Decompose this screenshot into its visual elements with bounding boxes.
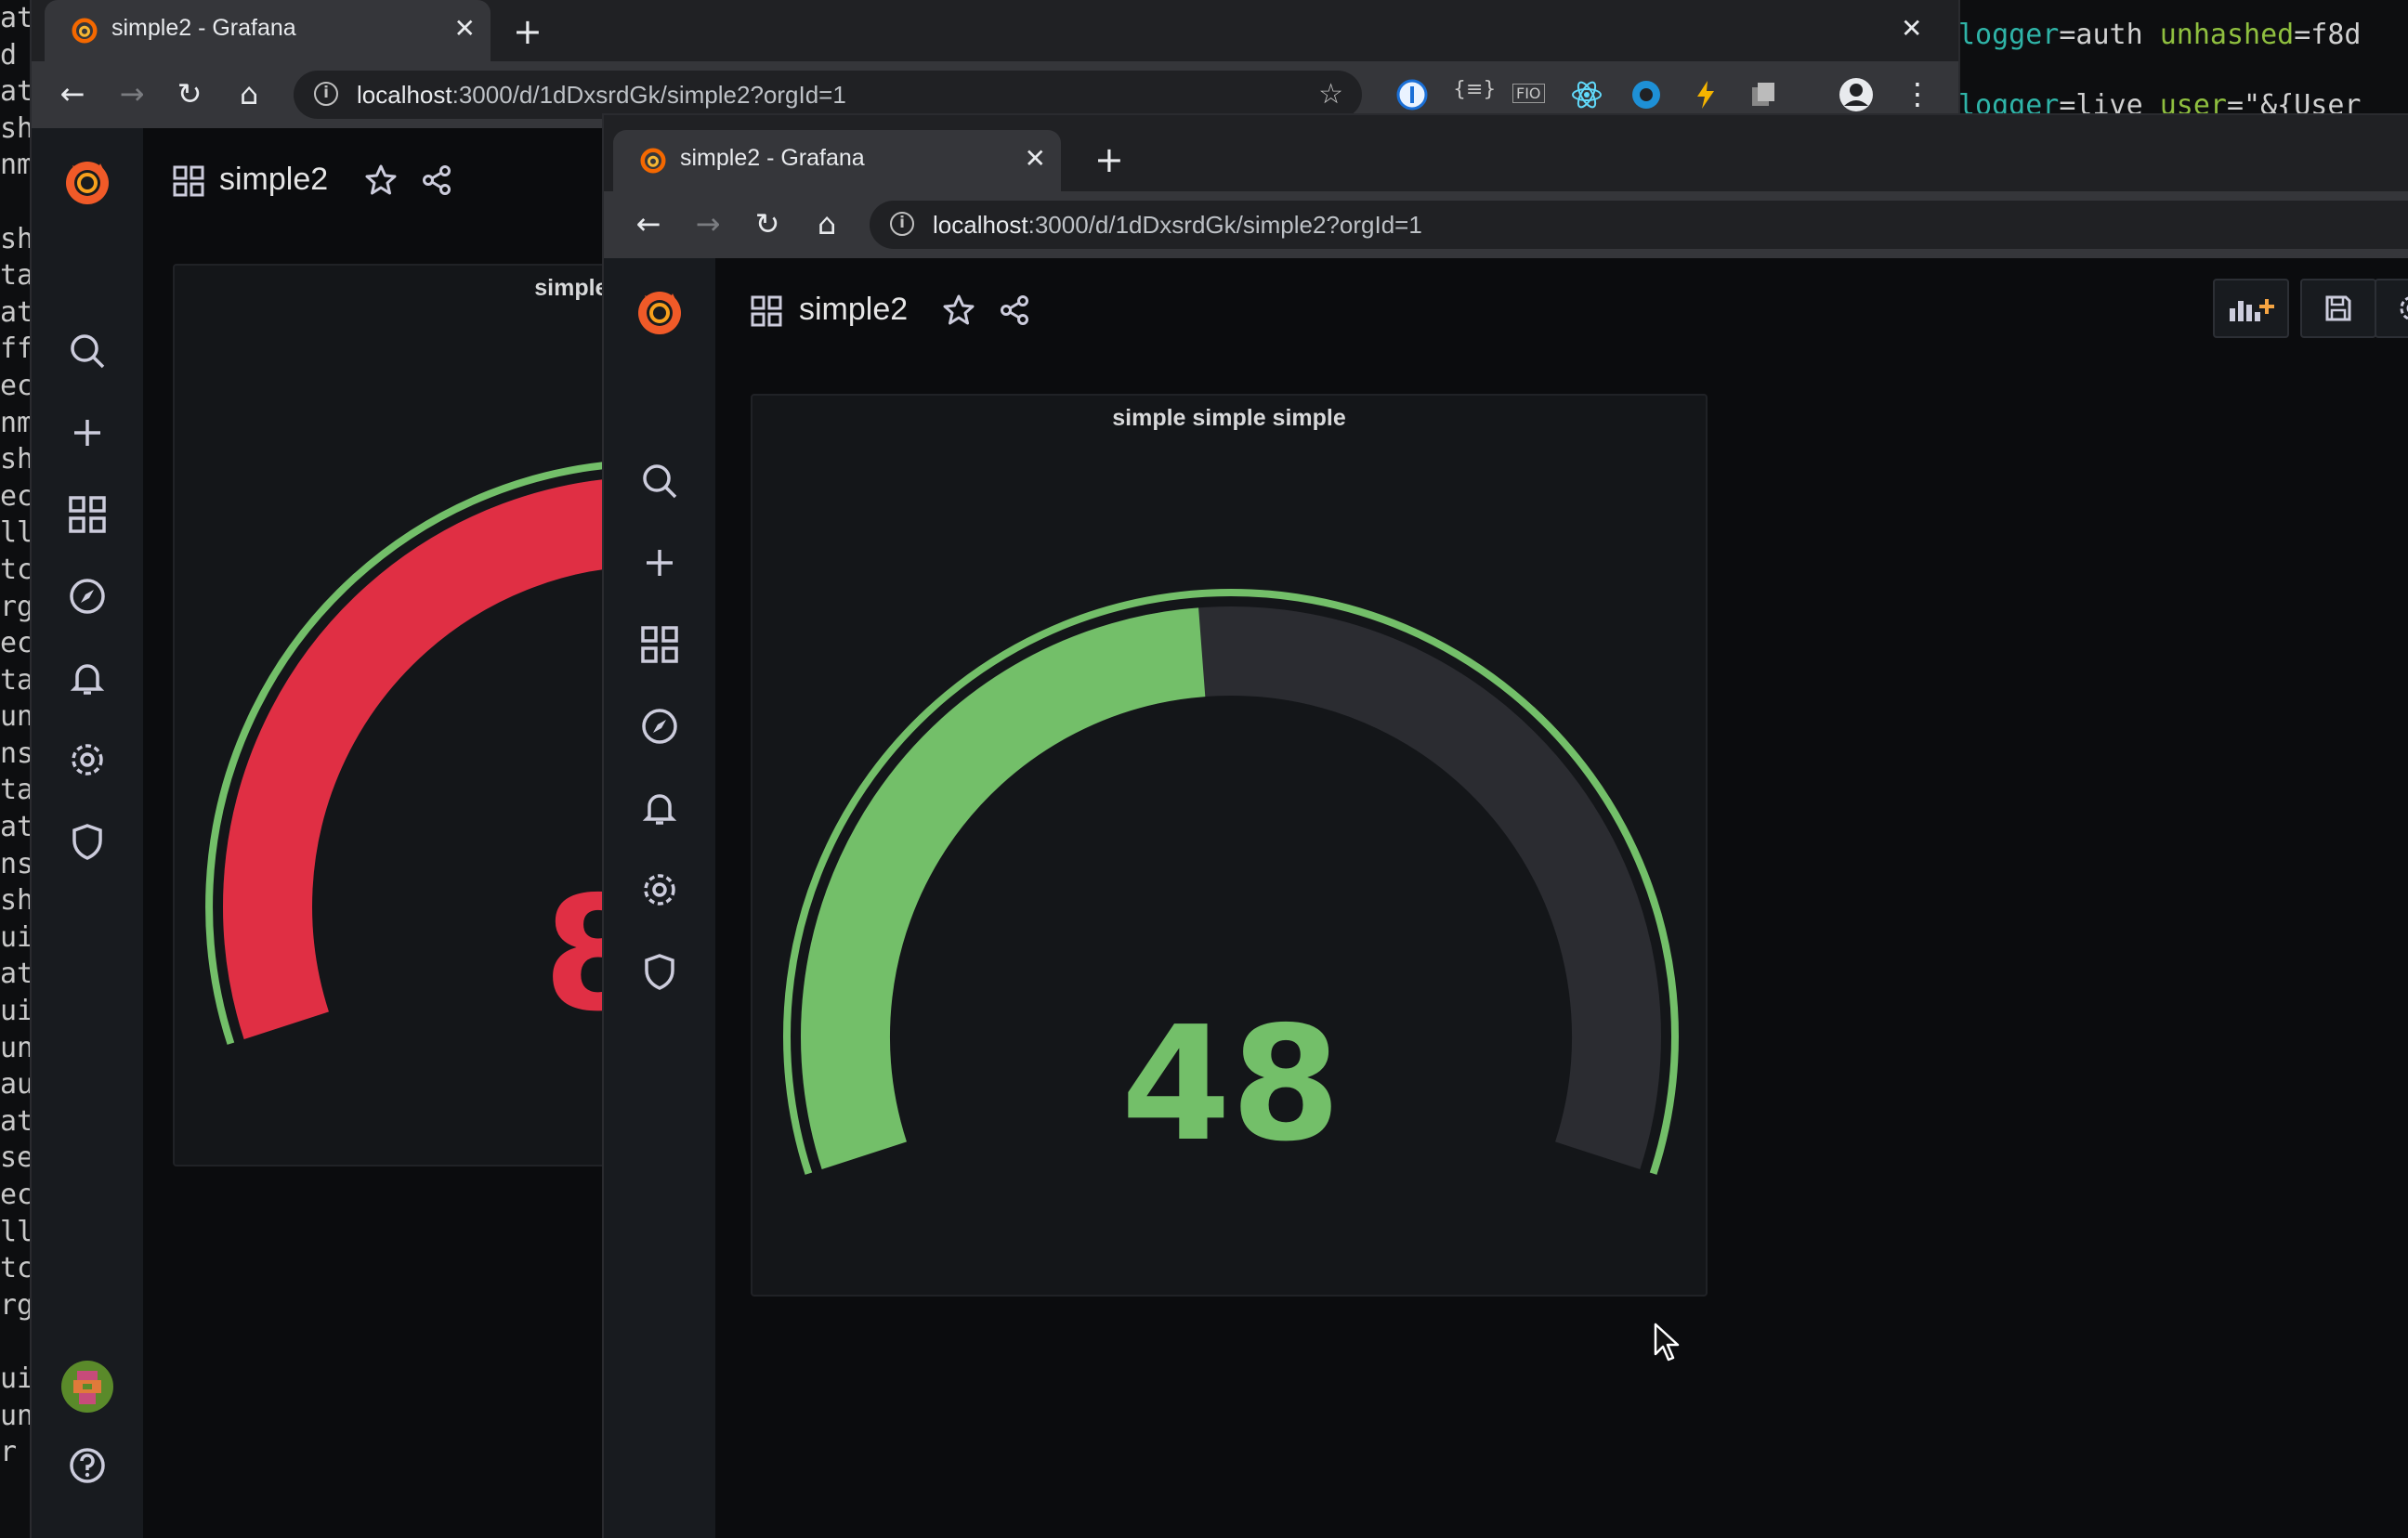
home-icon[interactable]: ⌂ xyxy=(808,206,845,241)
copy-extension-icon[interactable] xyxy=(1747,78,1780,111)
profile-avatar-icon[interactable] xyxy=(1838,76,1875,113)
terminal-left-text: at d at sh nm sh ta at ff ec nm sh ec ll… xyxy=(0,2,32,1469)
tab-grafana[interactable]: simple2 - Grafana ✕ xyxy=(613,130,1061,191)
dashboard-title[interactable]: simple2 xyxy=(799,292,908,328)
address-bar[interactable]: i localhost:3000/d/1dDxsrdGk/simple2?org… xyxy=(294,71,1362,119)
grafana-favicon xyxy=(72,18,98,44)
grafana-logo[interactable] xyxy=(604,284,715,340)
url-text: localhost:3000/d/1dDxsrdGk/simple2?orgId… xyxy=(357,81,846,109)
browser-menu-icon[interactable]: ⋮ xyxy=(1899,76,1936,111)
create-plus-icon[interactable] xyxy=(604,537,715,589)
tab-title: simple2 - Grafana xyxy=(111,15,296,41)
help-icon[interactable] xyxy=(32,1440,143,1492)
back-arrow-icon[interactable]: ← xyxy=(630,206,667,241)
explore-compass-icon[interactable] xyxy=(604,700,715,752)
search-icon[interactable] xyxy=(32,325,143,377)
grafana-logo[interactable] xyxy=(32,154,143,210)
reload-icon[interactable]: ↻ xyxy=(171,76,208,111)
terminal-log-line: logger=auth unhashed=f8d xyxy=(1958,19,2362,51)
explore-compass-icon[interactable] xyxy=(32,570,143,622)
user-avatar[interactable] xyxy=(32,1358,143,1415)
dashboard-title[interactable]: simple2 xyxy=(219,162,328,198)
save-dashboard-button[interactable] xyxy=(2300,279,2376,338)
back-arrow-icon[interactable]: ← xyxy=(54,76,91,111)
alerting-bell-icon[interactable] xyxy=(604,782,715,834)
lightning-extension-icon[interactable] xyxy=(1689,78,1722,111)
bookmark-star-icon[interactable]: ☆ xyxy=(1318,78,1343,111)
grafana-sidemenu xyxy=(32,128,143,1538)
site-info-icon[interactable]: i xyxy=(890,212,914,236)
gauge-panel[interactable]: simple simple simple 48 xyxy=(751,394,1708,1297)
browser-window-front: simple2 - Grafana ✕ + ← → ↻ ⌂ i localhos… xyxy=(604,115,2408,1538)
new-tab-button[interactable]: + xyxy=(1094,139,1124,180)
server-admin-shield-icon[interactable] xyxy=(604,945,715,997)
share-icon[interactable] xyxy=(998,293,1031,327)
url-text: localhost:3000/d/1dDxsrdGk/simple2?orgId… xyxy=(933,211,1422,239)
server-admin-shield-icon[interactable] xyxy=(32,815,143,867)
tab-strip: simple2 - Grafana ✕ + xyxy=(604,115,2408,191)
create-plus-icon[interactable] xyxy=(32,407,143,459)
gauge-value-text: 48 xyxy=(1121,993,1341,1177)
forward-arrow-icon[interactable]: → xyxy=(113,76,150,111)
onepassword-extension-icon[interactable] xyxy=(1395,78,1429,111)
search-icon[interactable] xyxy=(604,455,715,507)
browser-toolbar: ← → ↻ ⌂ i localhost:3000/d/1dDxsrdGk/sim… xyxy=(604,191,2408,258)
json-extension-icon[interactable]: {≡} xyxy=(1453,78,1496,101)
tab-strip: simple2 - Grafana ✕ + ✕ xyxy=(32,0,1958,61)
dashboards-icon[interactable] xyxy=(604,619,715,671)
dashboard-settings-button[interactable] xyxy=(2375,279,2408,338)
dashboard-grid-icon xyxy=(173,165,204,197)
address-bar[interactable]: i localhost:3000/d/1dDxsrdGk/simple2?org… xyxy=(870,201,2408,249)
forward-arrow-icon[interactable]: → xyxy=(689,206,726,241)
grafana-sidemenu xyxy=(604,258,715,1538)
new-tab-button[interactable]: + xyxy=(513,11,543,52)
reload-icon[interactable]: ↻ xyxy=(749,206,786,241)
dashboard-grid-icon xyxy=(751,295,782,327)
dashboards-icon[interactable] xyxy=(32,489,143,541)
configuration-gear-icon[interactable] xyxy=(32,734,143,786)
configuration-gear-icon[interactable] xyxy=(604,864,715,916)
react-devtools-icon[interactable] xyxy=(1570,78,1603,111)
grafana-app-front: simple2 simple simple simple 48 xyxy=(604,258,2408,1538)
terminal-right-log: logger=auth unhashed=f8d logger=live user… xyxy=(1958,0,2408,130)
tab-close-icon[interactable]: ✕ xyxy=(1025,143,1046,174)
site-info-icon[interactable]: i xyxy=(314,82,338,106)
grafana-favicon xyxy=(640,148,666,174)
tab-grafana[interactable]: simple2 - Grafana ✕ xyxy=(45,0,491,61)
mouse-cursor-icon xyxy=(1654,1323,1680,1362)
gauge-chart: 48 xyxy=(783,589,1679,1177)
circle-extension-icon[interactable] xyxy=(1629,78,1663,111)
fio-extension-icon[interactable]: FIO xyxy=(1512,84,1545,103)
alerting-bell-icon[interactable] xyxy=(32,652,143,704)
tab-title: simple2 - Grafana xyxy=(680,145,865,171)
star-favorite-icon[interactable] xyxy=(942,293,975,327)
add-panel-button[interactable] xyxy=(2213,279,2289,338)
tab-close-icon[interactable]: ✕ xyxy=(454,13,476,44)
home-icon[interactable]: ⌂ xyxy=(230,76,268,111)
window-close-button[interactable]: ✕ xyxy=(1901,13,1922,44)
star-favorite-icon[interactable] xyxy=(364,163,398,197)
share-icon[interactable] xyxy=(420,163,453,197)
